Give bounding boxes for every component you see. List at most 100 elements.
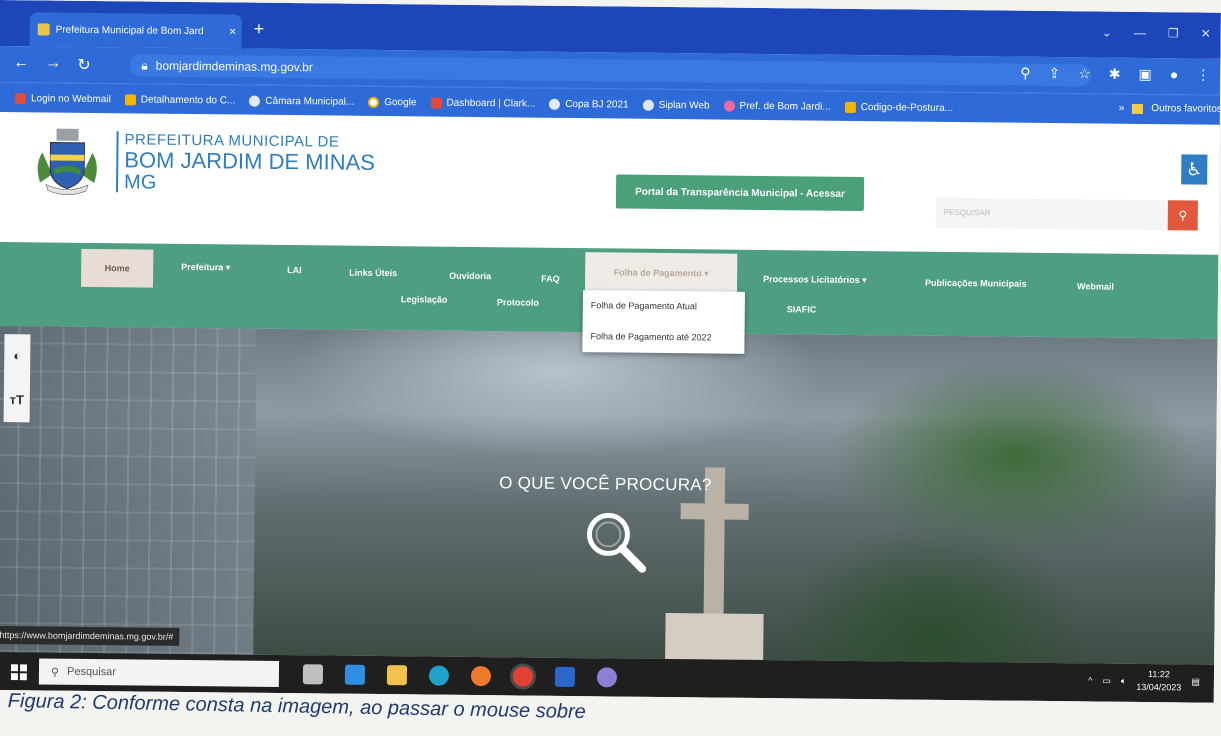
close-window-button[interactable]: ✕ xyxy=(1201,27,1211,41)
contrast-toggle-icon[interactable]: ◐ xyxy=(4,334,30,378)
bookmark-item[interactable]: Detalhamento do C... xyxy=(124,93,235,106)
globe-icon xyxy=(642,99,654,111)
taskbar-search-input[interactable]: ⚲ Pesquisar xyxy=(38,658,280,687)
paint-app-icon[interactable] xyxy=(596,667,618,688)
back-arrow-icon[interactable]: ← xyxy=(13,54,29,74)
menu-item-siafic[interactable]: SIAFIC xyxy=(787,304,817,314)
file-explorer-icon[interactable] xyxy=(386,665,408,686)
crest-favicon-icon xyxy=(37,23,50,36)
hero-pedestal xyxy=(665,613,764,661)
site-search-input[interactable]: PESQUISAR xyxy=(935,197,1168,231)
menu-item-webmail[interactable]: Webmail xyxy=(1077,281,1114,291)
google-icon xyxy=(368,96,380,108)
transparency-portal-button[interactable]: Portal da Transparência Municipal - Aces… xyxy=(615,174,865,212)
system-tray: ^ ▭ 🔈︎ 11:22 13/04/2023 ▤ xyxy=(1088,667,1200,694)
share-icon[interactable]: ⇪ xyxy=(1048,65,1060,82)
edge-browser-icon[interactable] xyxy=(428,665,450,686)
hero-banner: ◐ тT O QUE VOCÊ PROCURA? https://www.bom… xyxy=(0,325,1218,665)
url-text: bomjardimdeminas.mg.gov.br xyxy=(155,58,313,75)
accessibility-toolbar: ◐ тT xyxy=(3,334,31,423)
restore-button[interactable]: ❐ xyxy=(1168,26,1179,40)
font-size-toggle-icon[interactable]: тT xyxy=(4,378,30,422)
star-bookmark-icon[interactable]: ☆ xyxy=(1078,65,1091,82)
bookmarks-overflow-button[interactable]: » xyxy=(1119,103,1125,114)
hero-search-icon[interactable] xyxy=(580,506,651,577)
menu-item-prefeitura[interactable]: Prefeitura ▾ xyxy=(181,262,230,274)
bookmark-item[interactable]: Pref. de Bom Jardi... xyxy=(723,100,831,112)
tab-search-icon[interactable]: ⌄ xyxy=(1102,26,1112,40)
bookmark-item[interactable]: Siplan Web xyxy=(642,99,710,111)
bookmark-item[interactable]: Copa BJ 2021 xyxy=(549,98,629,110)
clock-date: 13/04/2023 xyxy=(1136,681,1182,693)
menu-item-folha-de-pagamento[interactable]: Folha de Pagamento ▾ xyxy=(584,252,738,294)
lock-icon[interactable]: 🔒︎ xyxy=(141,58,148,73)
taskbar-apps xyxy=(302,664,618,688)
site-brand[interactable]: PREFEITURA MUNICIPAL DE BOM JARDIM DE MI… xyxy=(115,131,376,195)
bookmark-item[interactable]: Dashboard | Clark... xyxy=(430,97,535,109)
dropdown-item-folha-ate-2022[interactable]: Folha de Pagamento até 2022 xyxy=(582,321,744,354)
minimize-button[interactable]: — xyxy=(1134,26,1146,40)
task-view-icon[interactable] xyxy=(302,664,324,685)
sidepanel-icon[interactable]: ▣ xyxy=(1138,66,1152,83)
tab-title: Prefeitura Municipal de Bom Jard xyxy=(55,24,204,37)
window-controls: ⌄ — ❐ ✕ xyxy=(1102,26,1211,41)
menu-item-ouvidoria[interactable]: Ouvidoria xyxy=(449,271,491,281)
clock-time: 11:22 xyxy=(1147,669,1170,680)
other-bookmarks[interactable]: » Outros favoritos xyxy=(1119,103,1221,115)
windows-start-icon[interactable] xyxy=(10,664,28,681)
network-icon[interactable]: ▭ xyxy=(1102,675,1111,686)
brand-line-3: MG xyxy=(123,171,157,194)
volume-icon[interactable]: 🔈︎ xyxy=(1121,675,1127,686)
accessibility-icon[interactable]: ♿︎ xyxy=(1181,154,1208,185)
new-tab-button[interactable]: + xyxy=(254,19,265,40)
firefox-icon[interactable] xyxy=(470,665,492,687)
menu-item-processos-licitatorios[interactable]: Processos Licitatórios ▾ xyxy=(763,274,867,286)
chrome-icon[interactable] xyxy=(512,666,534,687)
extensions-icon[interactable]: ✱ xyxy=(1109,66,1121,83)
dashboard-icon xyxy=(430,97,442,109)
screenshot-frame: Prefeitura Municipal de Bom Jard × + ⌄ —… xyxy=(0,0,1221,703)
menu-item-publicacoes-municipais[interactable]: Publicações Municipais xyxy=(925,278,1027,289)
site-search-button[interactable]: ⚲ xyxy=(1167,200,1198,231)
word-app-icon[interactable] xyxy=(554,666,576,688)
menu-item-protocolo[interactable]: Protocolo xyxy=(497,297,539,307)
website: PREFEITURA MUNICIPAL DE BOM JARDIM DE MI… xyxy=(0,111,1220,665)
taskbar-search-placeholder: Pesquisar xyxy=(66,665,117,679)
folder-icon xyxy=(1132,103,1144,114)
taskbar-clock[interactable]: 11:22 13/04/2023 xyxy=(1136,668,1181,694)
brand-line-2: BOM JARDIM DE MINAS xyxy=(124,147,376,175)
bookmark-item[interactable]: Google xyxy=(368,96,417,108)
mail-app-icon[interactable] xyxy=(344,664,366,685)
bookmark-item[interactable]: Login no Webmail xyxy=(14,92,111,105)
site-icon xyxy=(124,93,136,105)
status-bar-url: https://www.bomjardimdeminas.mg.gov.br/# xyxy=(0,625,180,646)
menu-item-lai[interactable]: LAI xyxy=(287,265,302,275)
municipal-crest-icon xyxy=(37,128,97,196)
menu-kebab-icon[interactable]: ⋮ xyxy=(1196,67,1210,84)
forward-arrow-icon[interactable]: → xyxy=(45,54,61,74)
bookmark-item[interactable]: Codigo-de-Postura... xyxy=(844,101,953,113)
menu-item-home[interactable]: Home xyxy=(81,248,154,288)
menu-item-links-uteis[interactable]: Links Úteis xyxy=(349,268,397,279)
site-icon xyxy=(723,100,735,112)
bookmark-item[interactable]: Câmara Municipal... xyxy=(249,95,354,107)
menu-item-legislacao[interactable]: Legislação xyxy=(401,294,448,304)
hero-building-image xyxy=(0,325,257,655)
folha-dropdown-menu: Folha de Pagamento Atual Folha de Pagame… xyxy=(582,290,745,354)
browser-tab[interactable]: Prefeitura Municipal de Bom Jard × xyxy=(29,12,242,49)
tab-close-button[interactable]: × xyxy=(224,24,242,38)
globe-icon xyxy=(249,95,261,107)
dropdown-item-folha-atual[interactable]: Folha de Pagamento Atual xyxy=(583,290,745,323)
menu-item-faq[interactable]: FAQ xyxy=(541,274,560,284)
reload-icon[interactable]: ↻ xyxy=(77,55,91,75)
profile-avatar-icon[interactable]: ● xyxy=(1170,66,1179,83)
url-field[interactable]: 🔒︎ bomjardimdeminas.mg.gov.br xyxy=(129,54,1092,87)
browser-toolbar-icons: ⚲ ⇪ ☆ ✱ ▣ ● ⋮ xyxy=(1020,65,1210,84)
notifications-icon[interactable]: ▤ xyxy=(1191,676,1200,687)
globe-icon xyxy=(549,98,561,110)
webmail-icon xyxy=(14,92,27,104)
navigation-buttons: ← → ↻ xyxy=(13,54,91,75)
zoom-icon[interactable]: ⚲ xyxy=(1020,65,1030,82)
tray-chevron-icon[interactable]: ^ xyxy=(1088,675,1092,685)
crest-icon xyxy=(844,101,856,113)
